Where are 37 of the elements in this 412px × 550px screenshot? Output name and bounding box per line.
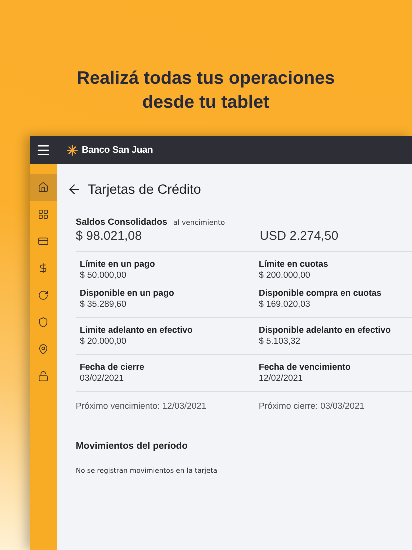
next-closing-date: Próximo cierre: 03/03/2021 [259, 401, 366, 411]
field-value: $ 169.020,03 [259, 299, 312, 309]
field-label: Límite en cuotas [259, 259, 330, 269]
field-value: 12/02/2021 [259, 373, 304, 383]
field-value: $ 50.000,00 [80, 270, 128, 280]
back-button[interactable] [67, 182, 82, 197]
next-due-date: Próximo vencimiento: 12/03/2021 [76, 401, 208, 411]
field-label: Disponible en un pago [80, 288, 176, 298]
refresh-icon [38, 290, 49, 301]
menu-icon [36, 142, 51, 158]
grid-icon [38, 209, 49, 220]
field-value: $ 200.000,00 [259, 270, 312, 280]
home-icon [38, 182, 49, 193]
field-value: 03/02/2021 [80, 373, 126, 383]
field-label: Disponible compra en cuotas [259, 288, 383, 298]
shield-icon [38, 317, 49, 328]
star-logo-icon [67, 144, 78, 156]
field-label: Límite en un pago [80, 259, 156, 269]
card-icon [38, 236, 49, 247]
headline: Realizá todas tus operaciones desde tu tablet [76, 67, 336, 114]
brand-name: Banco San Juan [82, 144, 154, 156]
dollar-icon [38, 263, 49, 274]
dollar-balance: USD 2.274,50 [260, 229, 340, 243]
field-label: Fecha de vencimiento [259, 362, 352, 372]
field-value: $ 20.000,00 [80, 336, 128, 346]
balances-label: Saldos Consolidados [76, 217, 168, 227]
movements-title: Movimientos del período [76, 441, 189, 452]
field-value: $ 5.103,32 [259, 336, 302, 346]
field-label: Fecha de cierre [80, 362, 146, 372]
pesos-balance: $ 98.021,08 [76, 229, 144, 243]
field-label: Disponible adelanto en efectivo [259, 325, 392, 335]
field-value: $ 35.289,60 [80, 299, 128, 309]
page-title: Tarjetas de Crédito [88, 182, 202, 197]
sidebar-item[interactable] [30, 174, 57, 201]
field-label: Limite adelanto en efectivo [80, 325, 194, 335]
unlocked-padlock-icon [38, 371, 49, 382]
location-pin-icon [38, 344, 49, 355]
